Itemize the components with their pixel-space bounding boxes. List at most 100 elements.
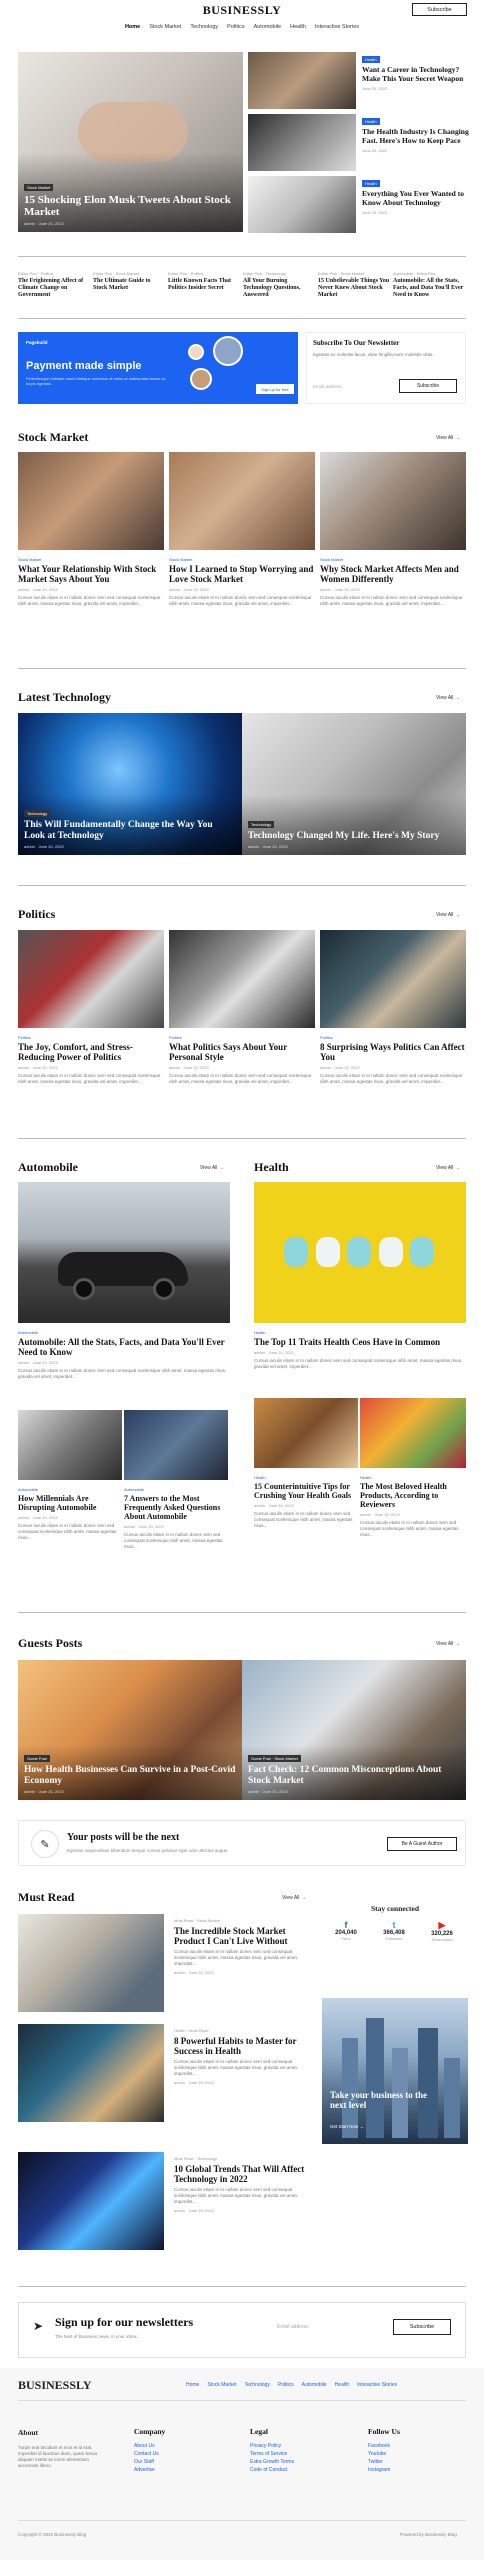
hero-side-image-3[interactable] bbox=[248, 176, 356, 233]
must-read-category[interactable]: Health · Must Read bbox=[174, 2028, 314, 2033]
card-category[interactable]: Automobile bbox=[18, 1487, 118, 1492]
footer-link[interactable]: Twitter bbox=[368, 2458, 458, 2466]
card-category[interactable]: Health bbox=[254, 1330, 466, 1335]
card-title[interactable]: 15 Counterintuitive Tips for Crushing Yo… bbox=[254, 1482, 354, 1500]
health-small-image[interactable] bbox=[254, 1398, 358, 1468]
card-title[interactable]: 7 Answers to the Most Frequently Asked Q… bbox=[124, 1494, 228, 1521]
card-title[interactable]: Automobile: All the Stats, Facts, and Da… bbox=[18, 1337, 230, 1357]
ticker-item[interactable]: Editor Pick · Stock Market 15 Unbelievabl… bbox=[318, 271, 390, 299]
tech-card-tag[interactable]: Technology bbox=[248, 820, 275, 828]
card-category[interactable]: Politics bbox=[320, 1035, 466, 1040]
section-title-must-read[interactable]: Must Read bbox=[18, 1890, 74, 1905]
section-title-stock-market[interactable]: Stock Market bbox=[18, 430, 88, 445]
ticker-item[interactable]: Editor Pick · Technology All Your Burning… bbox=[243, 271, 315, 299]
section-title-health[interactable]: Health bbox=[254, 1160, 289, 1175]
promo-cta-button[interactable]: Sign up for free bbox=[256, 384, 294, 394]
automobile-main-image[interactable] bbox=[18, 1182, 230, 1323]
stock-card-image[interactable] bbox=[320, 452, 466, 550]
footer-link[interactable]: Facebook bbox=[368, 2442, 458, 2450]
social-item-facebook[interactable]: f 204,040 Fans bbox=[322, 1920, 370, 1941]
footer-nav-politics[interactable]: Politics bbox=[278, 2382, 294, 2388]
hero-main-card[interactable]: Stock Market 15 Shocking Elon Musk Tweet… bbox=[18, 52, 243, 232]
card-title[interactable]: How I Learned to Stop Worrying and Love … bbox=[169, 564, 315, 584]
card-title[interactable]: What Your Relationship With Stock Market… bbox=[18, 564, 164, 584]
footer-nav-technology[interactable]: Technology bbox=[245, 2382, 270, 2388]
card-title[interactable]: The Joy, Comfort, and Stress-Reducing Po… bbox=[18, 1042, 164, 1062]
ticker-title[interactable]: Automobile: All the Stats, Facts, and Da… bbox=[393, 278, 465, 299]
must-read-title[interactable]: 8 Powerful Habits to Master for Success … bbox=[174, 2036, 314, 2056]
guest-card-tag[interactable]: Guest Post · Stock Market bbox=[248, 1755, 301, 1762]
guest-card[interactable]: Guest Post How Health Businesses Can Sur… bbox=[18, 1660, 242, 1800]
stock-card-image[interactable] bbox=[18, 452, 164, 550]
footer-link[interactable]: Terms of Service bbox=[250, 2450, 340, 2458]
hero-main-tag[interactable]: Stock Market bbox=[24, 184, 54, 191]
must-read-category[interactable]: Must Read · Stock Market bbox=[174, 1918, 314, 1923]
social-item-twitter[interactable]: t 366,408 Followers bbox=[370, 1920, 418, 1941]
ticker-title[interactable]: The Ultimate Guide to Stock Market bbox=[93, 278, 165, 292]
ad-link[interactable]: Get Start Now → bbox=[330, 2124, 364, 2129]
section-title-automobile[interactable]: Automobile bbox=[18, 1160, 78, 1175]
ticker-item[interactable]: Editor Pick · Stock Market The Ultimate G… bbox=[93, 271, 165, 292]
nav-item-home[interactable]: Home bbox=[125, 24, 140, 30]
view-all-technology-link[interactable]: View All → bbox=[436, 695, 460, 701]
card-category[interactable]: Stock Market bbox=[169, 557, 315, 562]
ticker-item[interactable]: Automobile · Editor Pick Automobile: All … bbox=[393, 271, 465, 299]
card-category[interactable]: Stock Market bbox=[18, 557, 164, 562]
social-item-youtube[interactable]: ▶ 320,226 Subscribers bbox=[418, 1920, 466, 1942]
hero-side-image-2[interactable] bbox=[248, 114, 356, 171]
hero-side-tag[interactable]: Health bbox=[362, 180, 380, 187]
card-category[interactable]: Health bbox=[360, 1475, 466, 1480]
guest-card-tag[interactable]: Guest Post bbox=[24, 1755, 50, 1762]
card-title[interactable]: What Politics Says About Your Personal S… bbox=[169, 1042, 315, 1062]
card-category[interactable]: Automobile bbox=[18, 1330, 230, 1335]
section-title-technology[interactable]: Latest Technology bbox=[18, 690, 111, 705]
card-title[interactable]: 8 Surprising Ways Politics Can Affect Yo… bbox=[320, 1042, 466, 1062]
tech-card-title[interactable]: Technology Changed My Life. Here's My St… bbox=[248, 831, 460, 842]
ticker-title[interactable]: Little Known Facts That Politics Insider… bbox=[168, 278, 240, 292]
footer-nav-health[interactable]: Health bbox=[335, 2382, 349, 2388]
newsletter-subscribe-button[interactable]: Subscribe bbox=[399, 379, 457, 393]
guest-card[interactable]: Guest Post · Stock Market Fact Check: 12… bbox=[242, 1660, 466, 1800]
tech-card[interactable]: Technology This Will Fundamentally Chang… bbox=[18, 713, 242, 855]
signup-email-input[interactable]: Email address bbox=[277, 2324, 377, 2330]
promo-banner[interactable]: Pagebuild Payment made simple Pellentesq… bbox=[18, 332, 298, 404]
footer-logo[interactable]: BUSINESSLY bbox=[18, 2378, 92, 2393]
tech-card-tag[interactable]: Technology bbox=[24, 810, 51, 817]
footer-link[interactable]: Instagram bbox=[368, 2466, 458, 2474]
footer-nav-automobile[interactable]: Automobile bbox=[302, 2382, 327, 2388]
stock-card-image[interactable] bbox=[169, 452, 315, 550]
automobile-small-image[interactable] bbox=[124, 1410, 228, 1480]
nav-item-automobile[interactable]: Automobile bbox=[254, 24, 282, 30]
footer-link[interactable]: Privacy Policy bbox=[250, 2442, 340, 2450]
tech-card[interactable]: Technology Technology Changed My Life. H… bbox=[242, 713, 466, 855]
header-subscribe-button[interactable]: Subscribe bbox=[412, 3, 467, 16]
section-title-guests-posts[interactable]: Guests Posts bbox=[18, 1636, 82, 1651]
must-read-image[interactable] bbox=[18, 1914, 164, 2012]
guest-author-button[interactable]: Be A Guest Author bbox=[387, 1837, 457, 1851]
must-read-image[interactable] bbox=[18, 2152, 164, 2250]
view-all-health-link[interactable]: View All → bbox=[436, 1165, 460, 1171]
nav-item-stock-market[interactable]: Stock Market bbox=[149, 24, 181, 30]
footer-nav-home[interactable]: Home bbox=[186, 2382, 199, 2388]
ticker-item[interactable]: Editor Pick · Politics Little Known Facts… bbox=[168, 271, 240, 292]
politics-card-image[interactable] bbox=[169, 930, 315, 1028]
signup-subscribe-button[interactable]: Subscribe bbox=[393, 2319, 451, 2335]
nav-item-technology[interactable]: Technology bbox=[190, 24, 218, 30]
sidebar-ad-banner[interactable]: Take your business to the next level Get… bbox=[322, 1998, 468, 2144]
guest-card-title[interactable]: Fact Check: 12 Common Misconceptions Abo… bbox=[248, 1765, 460, 1786]
health-main-image[interactable] bbox=[254, 1182, 466, 1323]
footer-link[interactable]: Code of Conduct bbox=[250, 2466, 340, 2474]
view-all-stock-link[interactable]: View All → bbox=[436, 435, 460, 441]
ticker-item[interactable]: Editor Pick · Politics The Frightening Af… bbox=[18, 271, 90, 299]
hero-main-title[interactable]: 15 Shocking Elon Musk Tweets About Stock… bbox=[24, 194, 237, 218]
guest-card-title[interactable]: How Health Businesses Can Survive in a P… bbox=[24, 1765, 236, 1786]
hero-side-image-1[interactable] bbox=[248, 52, 356, 109]
must-read-title[interactable]: 10 Global Trends That Will Affect Techno… bbox=[174, 2164, 314, 2184]
ticker-title[interactable]: All Your Burning Technology Questions, A… bbox=[243, 278, 315, 299]
tech-card-title[interactable]: This Will Fundamentally Change the Way Y… bbox=[24, 820, 236, 841]
politics-card-image[interactable] bbox=[18, 930, 164, 1028]
hero-side-title[interactable]: Everything You Ever Wanted to Know About… bbox=[362, 189, 470, 207]
hero-side-title[interactable]: The Health Industry Is Changing Fast. He… bbox=[362, 127, 470, 145]
card-title[interactable]: How Millennials Are Disrupting Automobil… bbox=[18, 1494, 118, 1512]
card-category[interactable]: Politics bbox=[18, 1035, 164, 1040]
